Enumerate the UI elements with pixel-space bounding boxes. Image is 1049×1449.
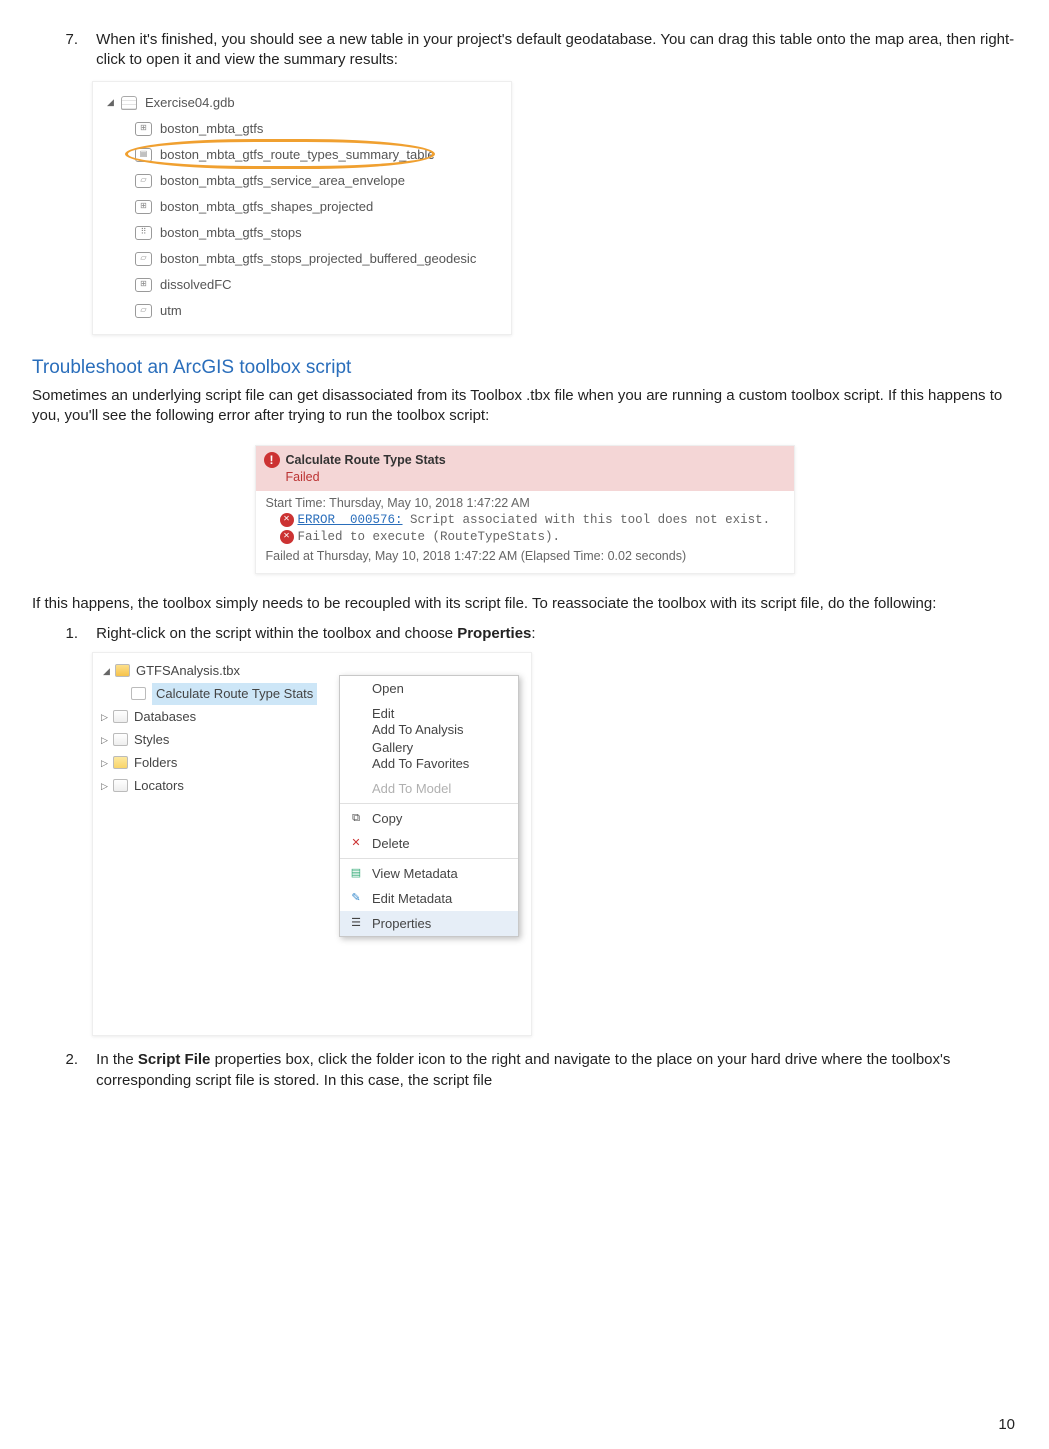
error-end-time: Failed at Thursday, May 10, 2018 1:47:22…	[256, 546, 794, 573]
catalog-item[interactable]: ▱utm	[101, 298, 507, 324]
context-menu: Open Edit Add To Analysis Gallery Add To…	[339, 675, 519, 937]
error-code-link[interactable]: ERROR 000576:	[298, 513, 403, 527]
metadata-icon: ▤	[348, 867, 364, 881]
catalog-item-highlighted[interactable]: ▤boston_mbta_gtfs_route_types_summary_ta…	[101, 142, 507, 168]
list-item-7: 7. When it's finished, you should see a …	[50, 30, 1017, 71]
expand-icon[interactable]: ▷	[101, 757, 111, 769]
catalog-item[interactable]: ⊞boston_mbta_gtfs_shapes_projected	[101, 194, 507, 220]
pencil-icon: ✎	[348, 892, 364, 906]
menu-item-edit-metadata[interactable]: ✎Edit Metadata	[340, 886, 518, 911]
catalog-item[interactable]: ▱boston_mbta_gtfs_stops_projected_buffer…	[101, 246, 507, 272]
list-number: 7.	[50, 30, 78, 50]
error-status: Failed	[286, 469, 446, 486]
list-text: In the Script File properties box, click…	[96, 1050, 1016, 1091]
menu-separator	[340, 803, 518, 804]
error-header: ! Calculate Route Type Stats Failed	[256, 446, 794, 492]
menu-item-properties[interactable]: ☰Properties	[340, 911, 518, 936]
collapse-icon[interactable]: ◢	[103, 665, 113, 677]
menu-item-delete[interactable]: ✕Delete	[340, 831, 518, 856]
error-panel: ! Calculate Route Type Stats Failed Star…	[255, 445, 795, 574]
menu-item-view-metadata[interactable]: ▤View Metadata	[340, 861, 518, 886]
collapse-icon[interactable]: ◢	[107, 96, 117, 108]
list-text: Right-click on the script within the too…	[96, 624, 1016, 644]
list-text: When it's finished, you should see a new…	[96, 30, 1016, 71]
featureclass-icon: ⊞	[135, 278, 152, 292]
x-icon: ✕	[280, 513, 294, 527]
error-fail-line: ✕Failed to execute (RouteTypeStats).	[256, 529, 794, 546]
list-item-2: 2. In the Script File properties box, cl…	[50, 1050, 1017, 1091]
script-label: Calculate Route Type Stats	[152, 683, 317, 705]
error-title: Calculate Route Type Stats	[286, 452, 446, 469]
featureclass-icon: ⊞	[135, 200, 152, 214]
x-icon: ✕	[280, 530, 294, 544]
databases-icon	[113, 710, 128, 723]
expand-icon[interactable]: ▷	[101, 711, 111, 723]
list-number: 2.	[50, 1050, 78, 1070]
menu-item-open[interactable]: Open	[340, 676, 518, 701]
error-icon: !	[264, 452, 280, 468]
properties-icon: ☰	[348, 917, 364, 931]
polygon-icon: ▱	[135, 174, 152, 188]
gdb-label: Exercise04.gdb	[145, 94, 235, 112]
copy-icon: ⧉	[348, 812, 364, 826]
featureclass-icon: ⊞	[135, 122, 152, 136]
expand-icon[interactable]: ▷	[101, 734, 111, 746]
delete-icon: ✕	[348, 837, 364, 851]
menu-item-copy[interactable]: ⧉Copy	[340, 806, 518, 831]
catalog-item[interactable]: ⊞boston_mbta_gtfs	[101, 116, 507, 142]
error-message-line: ✕ERROR 000576: Script associated with th…	[256, 512, 794, 529]
menu-item-add-analysis[interactable]: Add To Analysis Gallery	[340, 726, 518, 751]
polygon-icon: ▱	[135, 304, 152, 318]
table-icon: ▤	[135, 148, 152, 162]
toolbox-icon	[115, 664, 130, 677]
error-start-time: Start Time: Thursday, May 10, 2018 1:47:…	[256, 491, 794, 512]
script-icon	[131, 687, 146, 700]
catalog-item[interactable]: ▱boston_mbta_gtfs_service_area_envelope	[101, 168, 507, 194]
geodatabase-icon	[121, 96, 137, 110]
locators-icon	[113, 779, 128, 792]
expand-icon[interactable]: ▷	[101, 780, 111, 792]
catalog-panel: ◢ Exercise04.gdb ⊞boston_mbta_gtfs ▤bost…	[92, 81, 512, 335]
paragraph: If this happens, the toolbox simply need…	[32, 594, 1017, 614]
point-icon: ⠿	[135, 226, 152, 240]
toolbox-context-panel: ◢ GTFSAnalysis.tbx Calculate Route Type …	[92, 652, 532, 1036]
catalog-item[interactable]: ⊞dissolvedFC	[101, 272, 507, 298]
menu-item-add-model: Add To Model	[340, 776, 518, 801]
paragraph: Sometimes an underlying script file can …	[32, 386, 1017, 427]
folders-icon	[113, 756, 128, 769]
gdb-row[interactable]: ◢ Exercise04.gdb	[101, 90, 507, 116]
catalog-item[interactable]: ⠿boston_mbta_gtfs_stops	[101, 220, 507, 246]
list-item-1: 1. Right-click on the script within the …	[50, 624, 1017, 644]
styles-icon	[113, 733, 128, 746]
section-heading: Troubleshoot an ArcGIS toolbox script	[32, 355, 1017, 381]
polygon-icon: ▱	[135, 252, 152, 266]
menu-separator	[340, 858, 518, 859]
page-number: 10	[998, 1415, 1015, 1435]
list-number: 1.	[50, 624, 78, 644]
